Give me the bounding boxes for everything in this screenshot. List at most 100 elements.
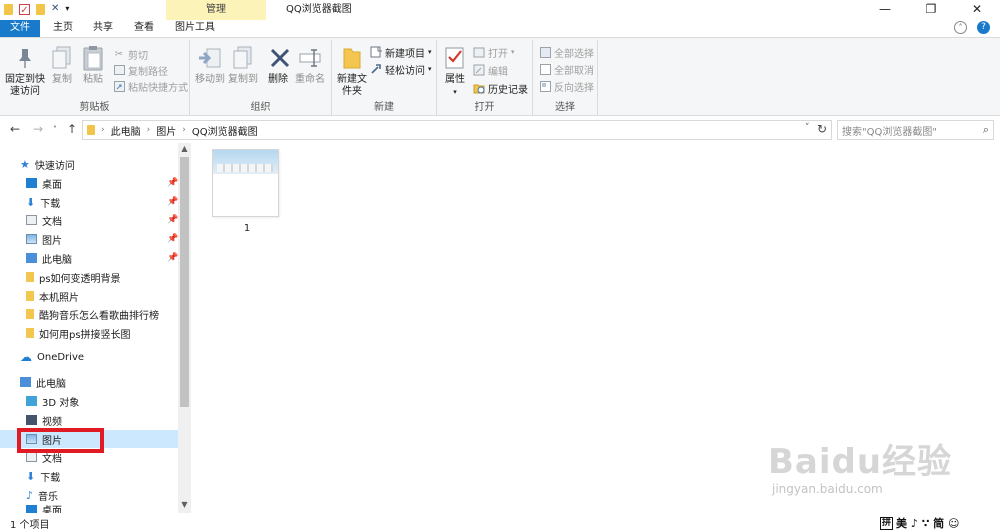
new-folder-icon[interactable] — [36, 3, 45, 15]
forward-arrow-icon[interactable]: → — [33, 122, 43, 136]
invert-selection-label: 反向选择 — [554, 82, 594, 94]
nav-this-pc-pinned[interactable]: 此电脑 — [0, 249, 72, 267]
scroll-up-icon[interactable]: ▲ — [178, 144, 191, 153]
properties-button[interactable]: 属性 ▾ — [441, 44, 469, 98]
paste-shortcut-button[interactable]: 粘贴快捷方式 — [113, 78, 188, 94]
select-group: 全部选择 全部取消 反向选择 选择 — [533, 40, 598, 115]
rename-button[interactable]: 重命名 — [294, 44, 326, 86]
music-note-icon: ♪ — [26, 488, 34, 502]
nav-desktop[interactable]: 桌面 — [0, 174, 62, 192]
folder-icon — [26, 272, 34, 282]
nav-pc-downloads[interactable]: ⬇ 下载 — [0, 467, 60, 485]
open-button[interactable]: 打开 ▾ — [473, 44, 515, 60]
document-icon — [26, 215, 37, 225]
nav-folder-ps-transparent[interactable]: ps如何变透明背景 — [0, 268, 121, 286]
desktop-icon — [26, 178, 37, 188]
cut-button[interactable]: ✂ 剪切 — [113, 46, 148, 62]
copy-path-button[interactable]: 复制路径 — [113, 62, 168, 78]
refresh-icon[interactable]: ↻ — [817, 122, 827, 136]
nav-3d-objects-label: 3D 对象 — [42, 397, 80, 409]
nav-folder-local-photos[interactable]: 本机照片 — [0, 287, 79, 305]
nav-pictures[interactable]: 图片 — [0, 230, 62, 248]
ime-mode[interactable]: 拼 — [880, 516, 894, 530]
help-icon[interactable]: ? — [977, 21, 990, 34]
tab-picture-tools[interactable]: 图片工具 — [166, 20, 224, 37]
ime-toolbar[interactable]: 拼 美 ♪ ∵ 简 ☺ — [880, 515, 959, 531]
desktop-icon — [26, 505, 37, 513]
edit-button[interactable]: 编辑 — [473, 62, 508, 78]
chevron-down-icon[interactable]: ˅ — [805, 123, 810, 133]
select-all-button[interactable]: 全部选择 — [539, 44, 594, 60]
ime-items[interactable]: 美 ♪ ∵ 简 ☺ — [896, 515, 959, 531]
nav-pc-desktop[interactable]: 桌面 — [0, 505, 62, 513]
select-group-label: 选择 — [555, 102, 575, 113]
nav-music[interactable]: ♪ 音乐 — [0, 486, 58, 504]
open-group-label: 打开 — [474, 102, 495, 113]
copy-path-label: 复制路径 — [128, 66, 168, 78]
folder-icon — [26, 309, 34, 319]
search-input[interactable]: 搜索"QQ浏览器截图" ⌕ — [837, 120, 994, 140]
delete-button[interactable]: 删除 — [266, 44, 290, 86]
maximize-button[interactable]: ❐ — [908, 0, 954, 20]
copy-to-button[interactable]: 复制到 — [227, 44, 259, 86]
copy-icon — [48, 44, 76, 72]
manage-tab[interactable]: 管理 — [166, 0, 266, 20]
pin-icon: 📌 — [167, 197, 179, 207]
close-button[interactable]: ✕ — [954, 0, 1000, 20]
nav-desktop-label: 桌面 — [42, 179, 62, 191]
invert-selection-button[interactable]: 反向选择 — [539, 78, 594, 94]
nav-downloads[interactable]: ⬇ 下载 — [0, 193, 60, 211]
cloud-icon: ☁ — [20, 350, 32, 364]
tab-view[interactable]: 查看 — [124, 20, 164, 37]
recent-locations-icon[interactable]: ˅ — [53, 125, 57, 134]
properties-icon[interactable]: ✓ — [19, 3, 30, 16]
nav-pictures-label: 图片 — [42, 235, 62, 247]
nav-onedrive-label: OneDrive — [37, 351, 85, 363]
move-to-button[interactable]: 移动到 — [194, 44, 226, 86]
nav-3d-objects[interactable]: 3D 对象 — [0, 392, 79, 410]
nav-videos-label: 视频 — [42, 416, 62, 428]
new-item-button[interactable]: 新建项目 ▾ — [370, 44, 432, 60]
rename-label: 重命名 — [295, 74, 325, 85]
nav-documents[interactable]: 文档 — [0, 211, 62, 229]
new-folder-label: 新建文件夹 — [337, 74, 367, 97]
nav-quick-access[interactable]: ★ 快速访问 — [0, 155, 75, 173]
copy-to-label: 复制到 — [228, 74, 258, 85]
delete-icon[interactable]: ✕ — [51, 3, 59, 15]
breadcrumb-pictures[interactable]: 图片 — [156, 123, 176, 138]
nav-folder-kugou[interactable]: 酷狗音乐怎么看歌曲排行榜 — [0, 305, 159, 323]
file-item[interactable]: 1 — [212, 149, 282, 234]
nav-videos[interactable]: 视频 — [0, 411, 62, 429]
pin-quick-access-button[interactable]: 固定到快速访问 — [4, 44, 46, 98]
easy-access-button[interactable]: 轻松访问 ▾ — [370, 61, 432, 77]
copy-button[interactable]: 复制 — [48, 44, 76, 86]
scroll-down-icon[interactable]: ▼ — [178, 500, 191, 509]
tab-share[interactable]: 共享 — [84, 20, 122, 37]
nav-this-pc[interactable]: 此电脑 — [0, 373, 66, 391]
history-button[interactable]: 历史记录 — [473, 80, 528, 96]
organize-group: 移动到 复制到 删除 重命名 组织 — [190, 40, 332, 115]
paste-button[interactable]: 粘贴 — [79, 44, 107, 86]
file-list-area[interactable]: 1 — [191, 143, 1000, 513]
nav-this-pc-label: 此电脑 — [36, 378, 66, 390]
select-none-button[interactable]: 全部取消 — [539, 61, 594, 77]
breadcrumb-this-pc[interactable]: 此电脑 — [111, 123, 141, 138]
nav-scrollbar[interactable]: ▲ ▼ — [178, 143, 191, 513]
download-icon: ⬇ — [26, 469, 36, 483]
tab-home[interactable]: 主页 — [44, 20, 82, 37]
scroll-thumb[interactable] — [180, 157, 189, 407]
breadcrumb-qq-screenshots[interactable]: QQ浏览器截图 — [192, 123, 258, 138]
tab-file[interactable]: 文件 — [0, 20, 40, 37]
collapse-ribbon-icon[interactable]: ˄ — [954, 21, 967, 34]
nav-onedrive[interactable]: ☁ OneDrive — [0, 348, 84, 366]
copy-label: 复制 — [52, 74, 72, 85]
window-controls: — ❐ ✕ — [862, 0, 1000, 20]
back-arrow-icon[interactable]: ← — [10, 122, 20, 136]
up-arrow-icon[interactable]: ↑ — [67, 122, 77, 136]
easy-access-icon — [370, 63, 382, 75]
new-folder-button[interactable]: 新建文件夹 — [336, 44, 368, 98]
minimize-button[interactable]: — — [862, 0, 908, 20]
chevron-down-icon[interactable]: ▾ — [65, 3, 69, 15]
nav-folder-ps-stitch[interactable]: 如何用ps拼接竖长图 — [0, 324, 131, 342]
address-bar[interactable]: › 此电脑 › 图片 › QQ浏览器截图 — [82, 120, 832, 140]
